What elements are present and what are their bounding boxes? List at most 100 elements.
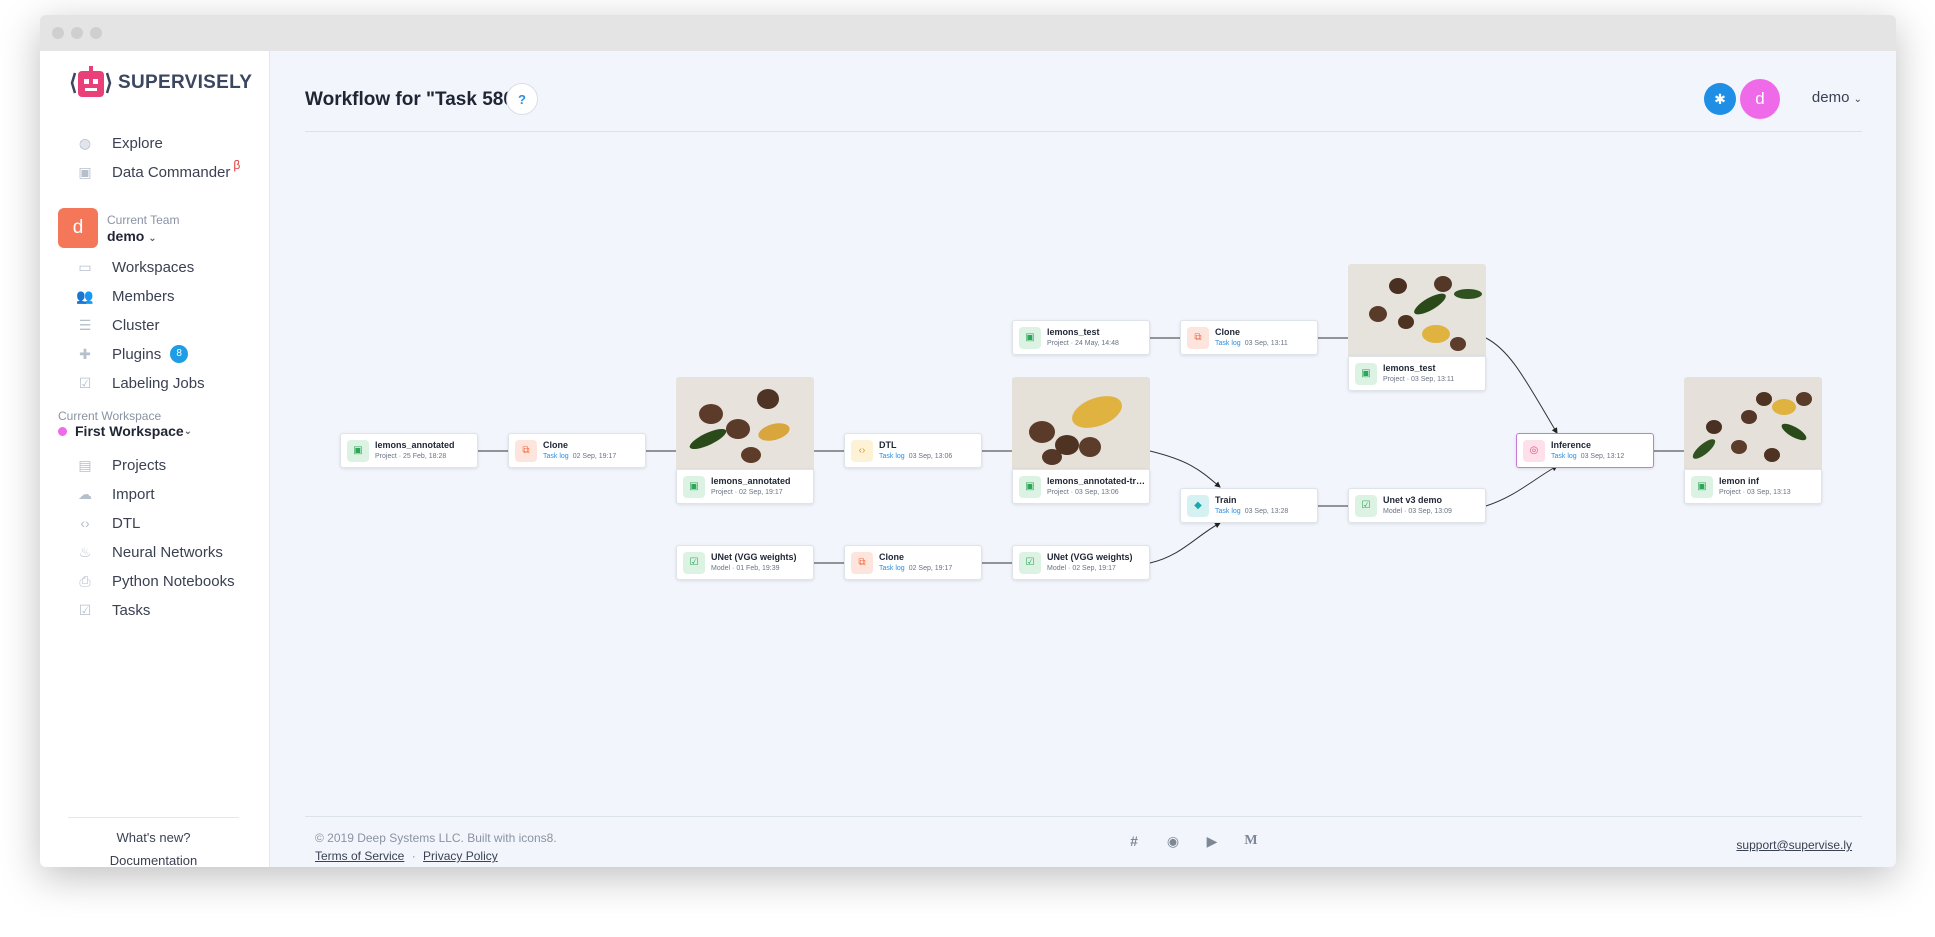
sidebar-item-plugins[interactable]: ✚ Plugins 8 bbox=[76, 345, 189, 363]
task-log-link[interactable]: Task log bbox=[1551, 453, 1577, 460]
monitor-icon: ▭ bbox=[78, 258, 92, 275]
sidebar: SUPERVISELY ◍ Explore ▣ Data Commander β… bbox=[40, 51, 270, 867]
workspace-selector[interactable]: First Workspace ⌄ bbox=[58, 423, 192, 439]
workflow-node-project[interactable]: ▣ lemons_test Project · 24 May, 14:48 bbox=[1012, 320, 1150, 355]
github-icon[interactable]: ◉ bbox=[1163, 831, 1183, 851]
node-title: Unet v3 demo bbox=[1383, 495, 1443, 505]
sidebar-item-members[interactable]: 👥 Members bbox=[76, 287, 175, 305]
team-caption: Current Team bbox=[107, 213, 180, 227]
workflow-node-model[interactable]: ☑ UNet (VGG weights) Model · 02 Sep, 19:… bbox=[1012, 545, 1150, 580]
workflow-graph: ▣ lemons_annotated Project · 25 Feb, 18:… bbox=[271, 51, 1896, 851]
sidebar-item-label: Members bbox=[112, 287, 175, 305]
sidebar-item-label: Cluster bbox=[112, 316, 160, 334]
node-title: Inference bbox=[1551, 440, 1592, 450]
youtube-icon[interactable]: ▶ bbox=[1202, 831, 1222, 851]
node-title: lemons_annotated bbox=[375, 440, 455, 450]
privacy-link[interactable]: Privacy Policy bbox=[423, 849, 498, 863]
whats-new-link[interactable]: What's new? bbox=[68, 830, 239, 845]
sidebar-item-label: Tasks bbox=[112, 601, 151, 619]
sidebar-item-labeling-jobs[interactable]: ☑ Labeling Jobs bbox=[76, 374, 205, 392]
project-thumbnail bbox=[1012, 377, 1150, 471]
inference-task-icon: ◎ bbox=[1523, 439, 1545, 462]
puzzle-icon: ✚ bbox=[79, 345, 91, 362]
sidebar-footer: What's new? Documentation bbox=[68, 817, 239, 867]
workflow-node-task[interactable]: ◆ Train Task log 03 Sep, 13:28 bbox=[1180, 488, 1318, 523]
window-close-dot[interactable] bbox=[52, 27, 64, 39]
workflow-node-project[interactable]: ▣ lemons_annotated Project · 02 Sep, 19:… bbox=[676, 469, 814, 504]
footer-divider bbox=[305, 816, 1862, 817]
support-email-link[interactable]: support@supervise.ly bbox=[1736, 838, 1852, 852]
cloud-upload-icon: ☁ bbox=[78, 485, 92, 502]
plugins-count-badge: 8 bbox=[170, 345, 189, 363]
globe-icon: ◍ bbox=[78, 134, 92, 151]
sidebar-item-cluster[interactable]: ☰ Cluster bbox=[76, 316, 160, 334]
sidebar-item-projects[interactable]: ▤ Projects bbox=[76, 456, 166, 474]
project-thumbnail bbox=[1348, 264, 1486, 358]
social-links: # ◉ ▶ M bbox=[1124, 831, 1261, 851]
workflow-node-task[interactable]: ⧉ Clone Task log 02 Sep, 19:17 bbox=[508, 433, 646, 468]
chevron-down-icon: ⌄ bbox=[148, 233, 157, 244]
sidebar-item-dtl[interactable]: ‹› DTL bbox=[76, 514, 140, 532]
workflow-node-task[interactable]: ‹› DTL Task log 03 Sep, 13:06 bbox=[844, 433, 982, 468]
chevron-down-icon: ⌄ bbox=[183, 425, 193, 437]
documentation-link[interactable]: Documentation bbox=[68, 853, 239, 867]
model-icon: ☑ bbox=[1355, 494, 1377, 517]
task-log-link[interactable]: Task log bbox=[879, 565, 905, 572]
task-log-link[interactable]: Task log bbox=[1215, 508, 1241, 515]
workflow-node-task-selected[interactable]: ◎ Inference Task log 03 Sep, 13:12 bbox=[1516, 433, 1654, 468]
workspace-name: First Workspace bbox=[75, 423, 184, 439]
sidebar-item-label: Explore bbox=[112, 134, 163, 152]
clone-task-icon: ⧉ bbox=[1187, 326, 1209, 349]
sidebar-item-neural-networks[interactable]: ♨ Neural Networks bbox=[76, 543, 223, 561]
sidebar-item-label: Plugins bbox=[112, 345, 162, 363]
team-selector[interactable]: demo ⌄ bbox=[107, 228, 157, 244]
workflow-node-model[interactable]: ☑ Unet v3 demo Model · 03 Sep, 13:09 bbox=[1348, 488, 1486, 523]
cluster-icon: ☰ bbox=[78, 316, 92, 333]
team-avatar[interactable]: d bbox=[58, 208, 98, 248]
project-icon: ▣ bbox=[1691, 475, 1713, 498]
sidebar-item-tasks[interactable]: ☑ Tasks bbox=[76, 601, 151, 619]
workflow-node-task[interactable]: ⧉ Clone Task log 02 Sep, 19:17 bbox=[844, 545, 982, 580]
team-name: demo bbox=[107, 228, 145, 244]
node-title: Clone bbox=[543, 440, 569, 450]
workflow-node-task[interactable]: ⧉ Clone Task log 03 Sep, 13:11 bbox=[1180, 320, 1318, 355]
workflow-node-project[interactable]: ▣ lemon inf Project · 03 Sep, 13:13 bbox=[1684, 469, 1822, 504]
robot-logo-icon bbox=[70, 66, 112, 97]
medium-icon[interactable]: M bbox=[1241, 831, 1261, 851]
beta-badge: β bbox=[233, 158, 241, 172]
window-maximize-dot[interactable] bbox=[90, 27, 102, 39]
sidebar-item-data-commander[interactable]: ▣ Data Commander β bbox=[76, 158, 240, 181]
sidebar-item-label: Neural Networks bbox=[112, 543, 223, 561]
window-minimize-dot[interactable] bbox=[71, 27, 83, 39]
clone-task-icon: ⧉ bbox=[851, 551, 873, 574]
workflow-node-project[interactable]: ▣ lemons_test Project · 03 Sep, 13:11 bbox=[1348, 356, 1486, 391]
sidebar-item-explore[interactable]: ◍ Explore bbox=[76, 134, 163, 152]
node-meta: Task log 03 Sep, 13:06 bbox=[879, 452, 953, 460]
sidebar-item-label: Data Commander bbox=[112, 163, 231, 181]
sidebar-item-python-notebooks[interactable]: ⎙ Python Notebooks bbox=[76, 572, 234, 590]
node-title: UNet (VGG weights) bbox=[1047, 552, 1133, 562]
logo[interactable]: SUPERVISELY bbox=[70, 65, 252, 101]
node-title: Clone bbox=[1215, 327, 1241, 337]
project-thumbnail bbox=[676, 377, 814, 471]
check-icon: ☑ bbox=[78, 601, 92, 618]
images-icon: ▤ bbox=[78, 456, 92, 473]
sidebar-item-workspaces[interactable]: ▭ Workspaces bbox=[76, 258, 194, 276]
node-meta: Model · 03 Sep, 13:09 bbox=[1383, 507, 1452, 515]
task-log-link[interactable]: Task log bbox=[543, 453, 569, 460]
node-meta: Task log 02 Sep, 19:17 bbox=[879, 564, 953, 572]
workflow-node-model[interactable]: ☑ UNet (VGG weights) Model · 01 Feb, 19:… bbox=[676, 545, 814, 580]
node-title: UNet (VGG weights) bbox=[711, 552, 797, 562]
node-title: Train bbox=[1215, 495, 1237, 505]
project-icon: ▣ bbox=[683, 475, 705, 498]
task-log-link[interactable]: Task log bbox=[879, 453, 905, 460]
workflow-node-project[interactable]: ▣ lemons_annotated Project · 25 Feb, 18:… bbox=[340, 433, 478, 468]
sidebar-item-label: Labeling Jobs bbox=[112, 374, 205, 392]
slack-icon[interactable]: # bbox=[1124, 831, 1144, 851]
users-icon: 👥 bbox=[76, 287, 94, 304]
sidebar-item-import[interactable]: ☁ Import bbox=[76, 485, 155, 503]
terms-link[interactable]: Terms of Service bbox=[315, 849, 404, 863]
task-log-link[interactable]: Task log bbox=[1215, 340, 1241, 347]
workflow-node-project[interactable]: ▣ lemons_annotated-trai... Project · 03 … bbox=[1012, 469, 1150, 504]
sidebar-item-label: Projects bbox=[112, 456, 167, 474]
